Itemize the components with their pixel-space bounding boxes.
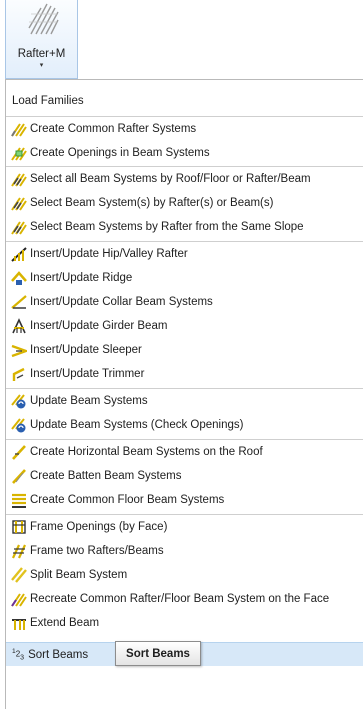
batten-icon [12, 469, 26, 484]
menu-item-label: Select Beam Systems by Rafter from the S… [30, 221, 304, 233]
menu-item-insert-trimmer[interactable]: Insert/Update Trimmer [6, 362, 363, 386]
menu-item-label: Insert/Update Sleeper [30, 344, 142, 356]
menu-item-insert-collar-beam-systems[interactable]: Insert/Update Collar Beam Systems [6, 290, 363, 314]
menu-item-update-beam-systems-check-openings[interactable]: Update Beam Systems (Check Openings) [6, 413, 363, 437]
menu-item-update-beam-systems[interactable]: Update Beam Systems [6, 389, 363, 413]
girder-icon [12, 318, 26, 334]
menu-item-create-horizontal-beam-systems[interactable]: Create Horizontal Beam Systems on the Ro… [6, 440, 363, 464]
menu-item-label: Create Common Floor Beam Systems [30, 494, 225, 506]
extend-icon [12, 619, 26, 630]
menu-item-load-families[interactable]: Load Families [6, 89, 363, 113]
menu-item-frame-openings[interactable]: Frame Openings (by Face) [6, 515, 363, 539]
menu-item-insert-ridge[interactable]: Insert/Update Ridge [6, 266, 363, 290]
menu-item-label: Recreate Common Rafter/Floor Beam System… [30, 593, 330, 605]
menu-item-label: Load Families [12, 95, 84, 107]
menu-item-recreate-common-rafter[interactable]: Recreate Common Rafter/Floor Beam System… [6, 587, 363, 611]
recreate-icon [11, 593, 27, 607]
chevron-down-icon: ▾ [39, 62, 44, 69]
sort-icon: 123 [12, 647, 25, 662]
menu-item-label: Update Beam Systems [30, 395, 148, 407]
menu-item-label: Sort Beams [28, 648, 89, 661]
menu-item-label: Frame two Rafters/Beams [30, 545, 164, 557]
menu-item-select-beam-systems-same-slope[interactable]: Select Beam Systems by Rafter from the S… [6, 215, 363, 239]
select-icon [11, 173, 27, 187]
menu-item-label: Insert/Update Trimmer [30, 368, 145, 380]
menu-item-extend-beam[interactable]: Extend Beam [6, 611, 363, 635]
ribbon-button-label: Rafter+M [17, 48, 66, 60]
menu-item-label: Update Beam Systems (Check Openings) [30, 419, 244, 431]
menu-item-label: Select Beam System(s) by Rafter(s) or Be… [30, 197, 274, 209]
menu-item-label: Create Openings in Beam Systems [30, 147, 210, 159]
update-icon [11, 394, 26, 409]
tooltip: Sort Beams [115, 641, 201, 666]
menu-item-create-common-rafter-systems[interactable]: Create Common Rafter Systems [6, 117, 363, 141]
select-icon [11, 197, 27, 211]
update-icon [11, 418, 26, 433]
menu-item-insert-sleeper[interactable]: Insert/Update Sleeper [6, 338, 363, 362]
menu-item-create-batten-beam-systems[interactable]: Create Batten Beam Systems [6, 464, 363, 488]
trimmer-icon [12, 367, 25, 381]
menu-item-label: Extend Beam [30, 617, 100, 629]
menu-item-create-common-floor-beam-systems[interactable]: Create Common Floor Beam Systems [6, 488, 363, 512]
menu-item-label: Create Common Rafter Systems [30, 123, 197, 135]
split-icon [11, 567, 27, 583]
menu-item-label: Insert/Update Collar Beam Systems [30, 296, 213, 308]
menu-item-label: Select all Beam Systems by Roof/Floor or… [30, 173, 311, 185]
ridge-icon [11, 271, 27, 285]
rafter-m-ribbon-button[interactable]: Rafter+M ▾ [5, 0, 78, 79]
sleeper-icon [11, 344, 27, 358]
menu-item-label: Split Beam System [30, 569, 128, 581]
menu-item-label: Insert/Update Girder Beam [30, 320, 168, 332]
floor-beam-icon [12, 493, 26, 508]
menu-item-select-beam-systems-by-rafter[interactable]: Select Beam System(s) by Rafter(s) or Be… [6, 191, 363, 215]
menu-item-split-beam-system[interactable]: Split Beam System [6, 563, 363, 587]
collar-beam-icon [11, 295, 27, 309]
menu-item-label: Frame Openings (by Face) [30, 521, 168, 533]
frame-rafters-icon [12, 544, 26, 559]
menu-item-label: Insert/Update Hip/Valley Rafter [30, 248, 188, 260]
hip-valley-icon [11, 247, 27, 262]
select-icon [11, 221, 27, 235]
menu-item-label: Insert/Update Ridge [30, 272, 133, 284]
menu-item-insert-girder-beam[interactable]: Insert/Update Girder Beam [6, 314, 363, 338]
menu-item-frame-two-rafters[interactable]: Frame two Rafters/Beams [6, 539, 363, 563]
horizontal-beam-icon [12, 445, 26, 460]
menu-item-select-all-beam-systems[interactable]: Select all Beam Systems by Roof/Floor or… [6, 167, 363, 191]
menu-item-create-openings[interactable]: Create Openings in Beam Systems [6, 141, 363, 165]
rafter-large-icon [28, 3, 59, 35]
menu-item-insert-hip-valley-rafter[interactable]: Insert/Update Hip/Valley Rafter [6, 242, 363, 266]
rafter-system-icon [11, 123, 27, 137]
menu-item-label: Create Batten Beam Systems [30, 470, 182, 482]
opening-icon [11, 147, 27, 161]
frame-opening-icon [12, 520, 26, 534]
menu-item-label: Create Horizontal Beam Systems on the Ro… [30, 446, 263, 458]
rafter-dropdown-menu: Load Families Create Common Rafter Syste… [5, 79, 363, 709]
